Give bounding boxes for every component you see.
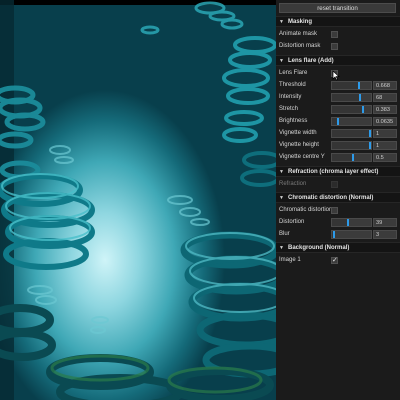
lens-flare-param-row: Stretch 0.383 — [276, 104, 400, 115]
render-viewport[interactable] — [0, 0, 276, 400]
slider-handle[interactable] — [369, 130, 371, 137]
param-label: Threshold — [279, 82, 306, 88]
param-slider[interactable] — [331, 129, 372, 138]
param-value-field[interactable]: 1 — [373, 129, 397, 138]
section-header-background[interactable]: ▼ Background (Normal) — [276, 242, 400, 253]
distortion-mask-checkbox[interactable] — [331, 43, 338, 50]
param-label: Vignette centre Y — [279, 154, 325, 160]
param-slider[interactable] — [331, 230, 372, 239]
param-label: Distortion — [279, 219, 305, 225]
param-value-field[interactable]: 39 — [373, 218, 397, 227]
param-slider[interactable] — [331, 153, 372, 162]
section-header-chromatic[interactable]: ▼ Chromatic distortion (Normal) — [276, 192, 400, 203]
animate-mask-checkbox[interactable] — [331, 31, 338, 38]
slider-handle[interactable] — [347, 219, 350, 226]
param-value-field[interactable]: 3 — [373, 230, 397, 239]
row-animate-mask: Animate mask — [276, 29, 400, 40]
chevron-down-icon: ▼ — [279, 19, 284, 25]
slider-fill — [332, 106, 363, 113]
slider-fill — [332, 142, 371, 149]
lens-flare-param-row: Vignette width 1 — [276, 128, 400, 139]
row-distortion-mask: Distortion mask — [276, 41, 400, 52]
param-slider[interactable] — [331, 105, 372, 114]
row-chromatic-distortion: Chromatic distortion — [276, 205, 400, 216]
param-slider[interactable] — [331, 218, 372, 227]
slider-handle[interactable] — [333, 231, 336, 238]
slider-handle[interactable] — [369, 142, 371, 149]
image-1-checkbox[interactable]: ✓ — [331, 257, 338, 264]
param-value-field[interactable]: 0.668 — [373, 81, 397, 90]
param-label: Vignette height — [279, 142, 319, 148]
spiral-artwork — [0, 0, 276, 400]
lens-flare-param-row: Vignette centre Y 0.5 — [276, 152, 400, 163]
section-title: Chromatic distortion (Normal) — [288, 195, 374, 201]
section-title: Lens flare (Add) — [288, 58, 334, 64]
row-refraction: Refraction — [276, 179, 400, 190]
param-label: Blur — [279, 231, 290, 237]
chromatic-param-row: Blur 3 — [276, 229, 400, 240]
param-label: Vignette width — [279, 130, 317, 136]
chromatic-param-row: Distortion 39 — [276, 217, 400, 228]
lens-flare-param-row: Intensity 68 — [276, 92, 400, 103]
lens-flare-param-row: Vignette height 1 — [276, 140, 400, 151]
refraction-checkbox[interactable] — [331, 181, 338, 188]
param-slider[interactable] — [331, 81, 372, 90]
param-slider[interactable] — [331, 141, 372, 150]
chevron-down-icon: ▼ — [279, 58, 284, 64]
section-title: Background (Normal) — [288, 245, 350, 251]
refraction-label: Refraction — [279, 181, 307, 187]
slider-handle[interactable] — [358, 94, 361, 101]
section-title: Refraction (chroma layer effect) — [288, 169, 379, 175]
chevron-down-icon: ▼ — [279, 195, 284, 201]
section-header-masking[interactable]: ▼ Masking — [276, 16, 400, 27]
chevron-down-icon: ▼ — [279, 169, 284, 175]
slider-fill — [332, 82, 359, 89]
distortion-mask-label: Distortion mask — [279, 43, 321, 49]
param-label: Brightness — [279, 118, 308, 124]
chromatic-distortion-checkbox[interactable] — [331, 207, 338, 214]
controls-panel: reset transition ▼ Masking Animate mask D… — [276, 0, 400, 400]
slider-fill — [332, 154, 352, 161]
chevron-down-icon: ▼ — [279, 245, 284, 251]
slider-handle[interactable] — [336, 118, 339, 125]
mouse-cursor-icon — [332, 70, 340, 81]
param-label: Intensity — [279, 94, 302, 100]
row-image-1: Image 1 ✓ — [276, 255, 400, 266]
lens-flare-param-row: Brightness 0.0635 — [276, 116, 400, 127]
param-slider[interactable] — [331, 93, 372, 102]
section-header-refraction[interactable]: ▼ Refraction (chroma layer effect) — [276, 166, 400, 177]
slider-handle[interactable] — [358, 82, 361, 89]
reset-transition-button[interactable]: reset transition — [279, 3, 396, 13]
section-title: Masking — [288, 19, 313, 25]
checkmark-icon: ✓ — [332, 257, 338, 264]
slider-fill — [332, 219, 348, 226]
param-value-field[interactable]: 1 — [373, 141, 397, 150]
lens-flare-label: Lens Flare — [279, 70, 308, 76]
param-label: Stretch — [279, 106, 299, 112]
param-value-field[interactable]: 0.383 — [373, 105, 397, 114]
slider-handle[interactable] — [351, 154, 354, 161]
param-value-field[interactable]: 68 — [373, 93, 397, 102]
image-1-label: Image 1 — [279, 257, 301, 263]
lens-flare-param-row: Threshold 0.668 — [276, 80, 400, 91]
section-header-lens-flare[interactable]: ▼ Lens flare (Add) — [276, 55, 400, 66]
slider-fill — [332, 94, 359, 101]
slider-handle[interactable] — [362, 106, 365, 113]
param-value-field[interactable]: 0.0635 — [373, 117, 397, 126]
chromatic-distortion-label: Chromatic distortion — [279, 207, 333, 213]
param-slider[interactable] — [331, 117, 372, 126]
param-value-field[interactable]: 0.5 — [373, 153, 397, 162]
animate-mask-label: Animate mask — [279, 31, 318, 37]
slider-fill — [332, 130, 371, 137]
